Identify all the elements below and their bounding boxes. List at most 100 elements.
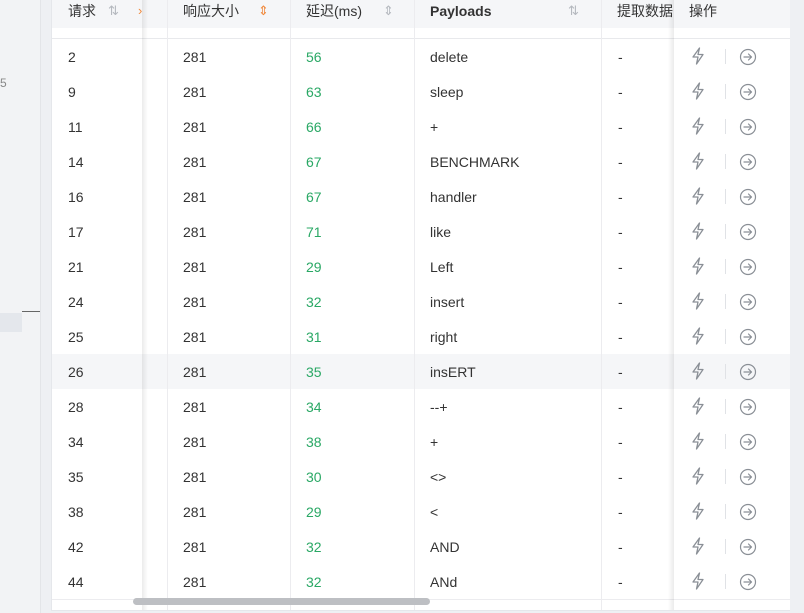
cell-response-size: 281 <box>183 574 207 590</box>
arrow-circle-right-icon[interactable] <box>739 573 757 591</box>
cell-payload: <> <box>430 469 447 485</box>
lightning-icon[interactable] <box>690 222 706 240</box>
cell-extracted-data: - <box>618 119 623 135</box>
action-divider <box>725 49 726 64</box>
arrow-circle-right-icon[interactable] <box>739 468 757 486</box>
arrow-circle-right-icon[interactable] <box>739 48 757 66</box>
action-divider <box>725 154 726 169</box>
col-header-payloads[interactable]: Payloads <box>430 0 491 28</box>
horizontal-scrollbar[interactable] <box>133 598 430 605</box>
action-divider <box>725 574 726 589</box>
cell-request: 11 <box>68 119 83 135</box>
lightning-icon[interactable] <box>690 502 706 520</box>
sort-icon-request[interactable]: ⇅ <box>108 3 119 19</box>
arrow-circle-right-icon[interactable] <box>739 503 757 521</box>
cell-extracted-data: - <box>618 259 623 275</box>
row-actions <box>674 249 790 284</box>
table-row[interactable]: 25 281 31 right - <box>52 319 790 355</box>
arrow-circle-right-icon[interactable] <box>739 398 757 416</box>
cell-response-size: 281 <box>183 49 207 65</box>
col-header-size[interactable]: 响应大小 <box>183 0 239 28</box>
lightning-icon[interactable] <box>690 292 706 310</box>
sort-icon-payloads[interactable]: ⇅ <box>568 3 579 19</box>
table-row[interactable]: 9 281 63 sleep - <box>52 74 790 110</box>
lightning-icon[interactable] <box>690 537 706 555</box>
table-row[interactable]: 2 281 56 delete - <box>52 39 790 75</box>
row-actions <box>674 354 790 389</box>
arrow-circle-right-icon[interactable] <box>739 188 757 206</box>
cell-request: 17 <box>68 224 84 240</box>
cell-request: 44 <box>68 574 84 590</box>
cell-latency: 35 <box>306 364 322 380</box>
cell-latency: 29 <box>306 259 322 275</box>
table-row[interactable]: 34 281 38 + - <box>52 424 790 460</box>
action-divider <box>725 329 726 344</box>
table-row[interactable]: 38 281 29 < - <box>52 494 790 530</box>
left-sidebar-edge: 5 <box>0 0 41 613</box>
row-actions <box>674 74 790 109</box>
lightning-icon[interactable] <box>690 152 706 170</box>
row-actions <box>674 179 790 214</box>
lightning-icon[interactable] <box>690 327 706 345</box>
arrow-circle-right-icon[interactable] <box>739 433 757 451</box>
table-row[interactable]: 42 281 32 AND - <box>52 529 790 565</box>
row-actions <box>674 109 790 144</box>
cell-latency: 67 <box>306 154 322 170</box>
lightning-icon[interactable] <box>690 187 706 205</box>
lightning-icon[interactable] <box>690 117 706 135</box>
arrow-circle-right-icon[interactable] <box>739 328 757 346</box>
arrow-circle-right-icon[interactable] <box>739 223 757 241</box>
lightning-icon[interactable] <box>690 467 706 485</box>
cell-extracted-data: - <box>618 469 623 485</box>
arrow-circle-right-icon[interactable] <box>739 258 757 276</box>
cell-response-size: 281 <box>183 399 207 415</box>
row-actions <box>674 144 790 179</box>
table-row[interactable]: 17 281 71 like - <box>52 214 790 250</box>
lightning-icon[interactable] <box>690 82 706 100</box>
arrow-circle-right-icon[interactable] <box>739 83 757 101</box>
lightning-icon[interactable] <box>690 397 706 415</box>
col-header-request[interactable]: 请求 <box>68 0 96 28</box>
col-header-extract[interactable]: 提取数据 <box>617 0 674 28</box>
table-row[interactable]: 24 281 32 insert - <box>52 284 790 320</box>
lightning-icon[interactable] <box>690 257 706 275</box>
arrow-circle-right-icon[interactable] <box>739 118 757 136</box>
table-row[interactable]: 44 281 32 ANd - <box>52 564 790 600</box>
table-row[interactable]: 11 281 66 + - <box>52 109 790 145</box>
cell-payload: insERT <box>430 364 476 380</box>
arrow-circle-right-icon[interactable] <box>739 538 757 556</box>
cell-payload: + <box>430 434 439 450</box>
cell-request: 38 <box>68 504 84 520</box>
table-row[interactable]: 28 281 34 --+ - <box>52 389 790 425</box>
row-actions <box>674 389 790 424</box>
cell-latency: 29 <box>306 504 322 520</box>
column-divider <box>414 0 415 610</box>
action-divider <box>725 84 726 99</box>
col-header-latency[interactable]: 延迟(ms) <box>306 0 362 28</box>
sidebar-selected-item[interactable] <box>0 313 22 332</box>
table-row[interactable]: 14 281 67 BENCHMARK - <box>52 144 790 180</box>
table-row[interactable]: 21 281 29 Left - <box>52 249 790 285</box>
table-row[interactable]: 16 281 67 handler - <box>52 179 790 215</box>
sort-icon-latency[interactable]: ⇕ <box>383 3 394 19</box>
lightning-icon[interactable] <box>690 47 706 65</box>
lightning-icon[interactable] <box>690 432 706 450</box>
table-row[interactable]: 35 281 30 <> - <box>52 459 790 495</box>
cell-latency: 31 <box>306 329 322 345</box>
action-divider <box>725 189 726 204</box>
cell-response-size: 281 <box>183 539 207 555</box>
action-divider <box>725 399 726 414</box>
lightning-icon[interactable] <box>690 362 706 380</box>
cell-response-size: 281 <box>183 189 207 205</box>
cell-response-size: 281 <box>183 434 207 450</box>
arrow-circle-right-icon[interactable] <box>739 293 757 311</box>
lightning-icon[interactable] <box>690 572 706 590</box>
col-header-actions: 操作 <box>689 3 717 19</box>
cell-extracted-data: - <box>618 364 623 380</box>
table-row[interactable]: 26 281 35 insERT - <box>52 354 790 390</box>
cell-extracted-data: - <box>618 399 623 415</box>
sort-icon-size[interactable]: ⇕ <box>258 3 269 19</box>
row-actions <box>674 564 790 599</box>
arrow-circle-right-icon[interactable] <box>739 153 757 171</box>
arrow-circle-right-icon[interactable] <box>739 363 757 381</box>
